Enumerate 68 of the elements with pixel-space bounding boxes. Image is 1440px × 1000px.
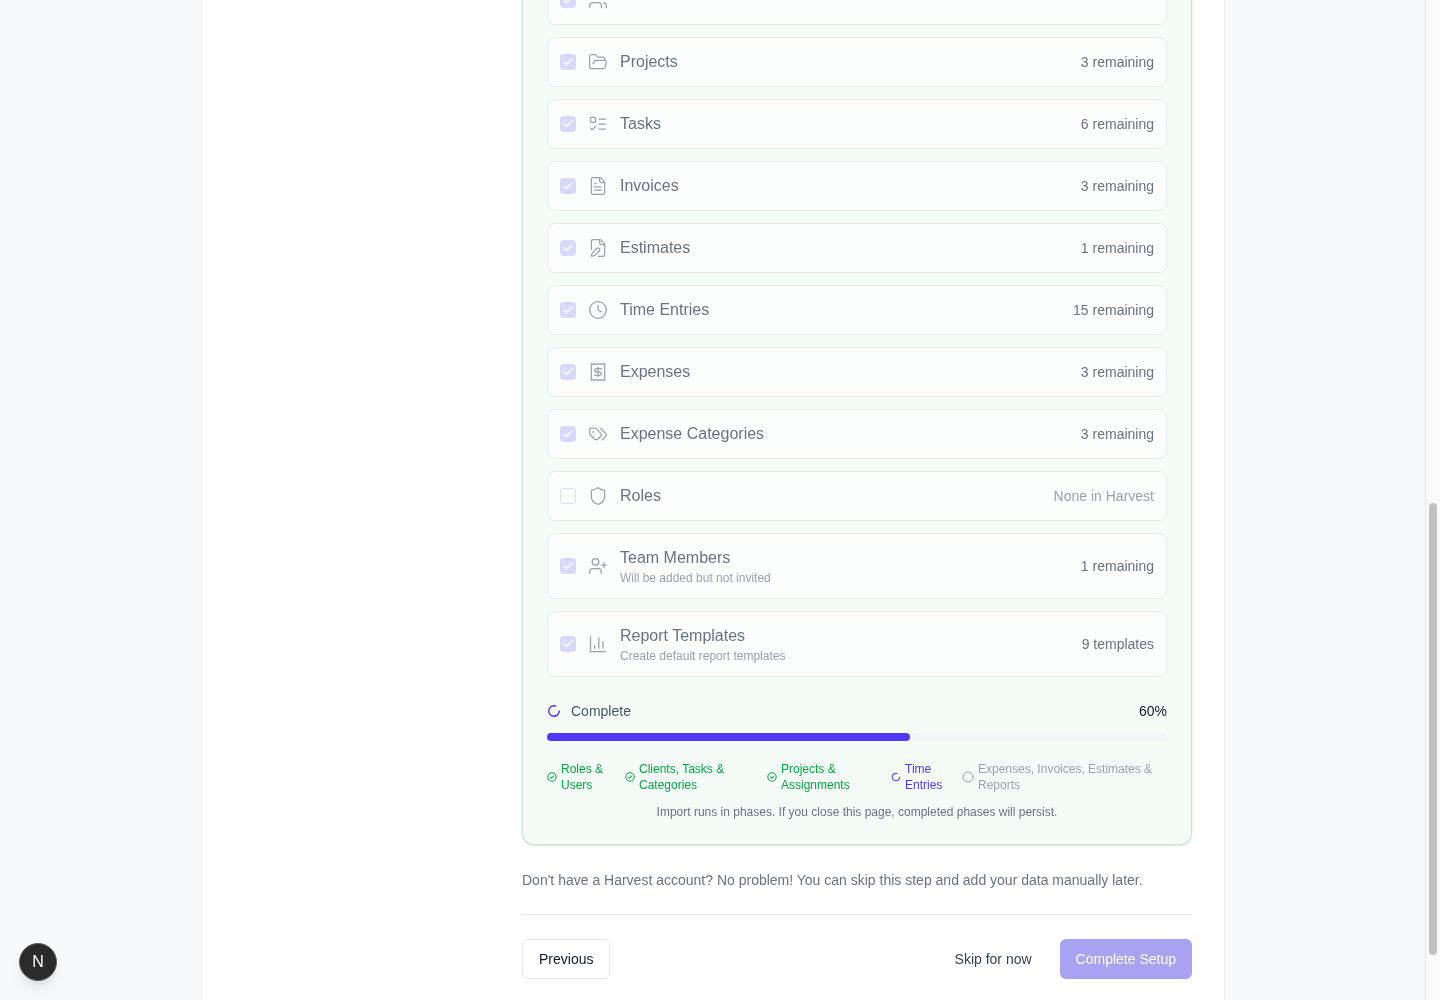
item-label: Invoices: [620, 176, 680, 196]
item-count: 9 templates: [1081, 635, 1154, 654]
check-circle-icon: [547, 772, 557, 782]
phase-label: Roles & Users: [561, 761, 605, 793]
receipt-icon: [588, 362, 608, 382]
item-count: 3 remaining: [1080, 177, 1154, 196]
item-count: 1 remaining: [1080, 239, 1154, 258]
empty-circle-icon: [962, 771, 974, 783]
floating-action-button[interactable]: N: [19, 943, 57, 981]
skip-hint-text: Don't have a Harvest account? No problem! You can skip this step and add your data manually later.: [522, 871, 1144, 890]
item-label: Team Members: [620, 548, 732, 568]
spinner-icon: [547, 704, 561, 718]
item-count: None in Harvest: [1053, 487, 1154, 506]
phase-label: Time Entries: [905, 761, 944, 793]
item-note: Will be added but not invited: [620, 570, 772, 586]
scrollbar-thumb[interactable]: [1429, 503, 1437, 955]
phase-label: Clients, Tasks & Categories: [639, 761, 726, 793]
document-pen-icon: [588, 238, 608, 258]
checkbox[interactable]: [560, 636, 576, 652]
check-icon: [562, 304, 574, 316]
phase-label: Expenses, Invoices, Estimates & Reports: [978, 761, 1154, 793]
checkbox[interactable]: [560, 116, 576, 132]
check-icon: [562, 560, 574, 572]
clock-icon: [588, 300, 608, 320]
folder-icon: [588, 52, 608, 72]
checkbox[interactable]: [560, 364, 576, 380]
phase-label: Projects & Assignments: [781, 761, 851, 793]
checkbox[interactable]: [560, 54, 576, 70]
item-count: 3 remaining: [1080, 425, 1154, 444]
item-note: Create default report templates: [620, 648, 787, 664]
item-label: Expenses: [620, 362, 692, 382]
checkbox[interactable]: [560, 488, 576, 504]
item-label: Projects: [620, 52, 679, 72]
progress-label: Complete: [571, 702, 631, 721]
checkbox[interactable]: [560, 558, 576, 574]
document-icon: [588, 176, 608, 196]
check-circle-icon: [767, 772, 777, 782]
item-count: 6 remaining: [1080, 115, 1154, 134]
spinner-icon: [891, 772, 901, 782]
progress-percent: 60%: [1138, 702, 1167, 721]
phases-note: Import runs in phases. If you close this page, completed phases will persist.: [655, 804, 1059, 820]
check-icon: [562, 242, 574, 254]
skip-button[interactable]: Skip for now: [938, 939, 1048, 979]
item-label: Expense Categories: [620, 424, 766, 444]
item-label: Estimates: [620, 238, 692, 258]
item-count: 15 remaining: [1073, 301, 1154, 320]
check-icon: [562, 180, 574, 192]
item-count: 3 remaining: [1080, 363, 1154, 382]
checkbox[interactable]: [560, 240, 576, 256]
checkbox[interactable]: [560, 178, 576, 194]
item-label: Tasks: [620, 114, 662, 134]
item-count: 3 remaining: [1080, 53, 1154, 72]
previous-button[interactable]: Previous: [522, 939, 611, 979]
bar-chart-icon: [588, 634, 608, 654]
check-icon: [562, 638, 574, 650]
shield-icon: [588, 486, 608, 506]
item-label: Report Templates: [620, 626, 747, 646]
check-icon: [562, 56, 574, 68]
user-plus-icon: [588, 556, 608, 576]
check-icon: [562, 366, 574, 378]
item-label: Roles: [620, 486, 662, 506]
check-icon: [562, 428, 574, 440]
item-count: 1 remaining: [1080, 557, 1154, 576]
checkbox[interactable]: [560, 302, 576, 318]
check-icon: [562, 118, 574, 130]
check-circle-icon: [625, 772, 635, 782]
checkbox[interactable]: [560, 426, 576, 442]
item-label: Time Entries: [620, 300, 711, 320]
